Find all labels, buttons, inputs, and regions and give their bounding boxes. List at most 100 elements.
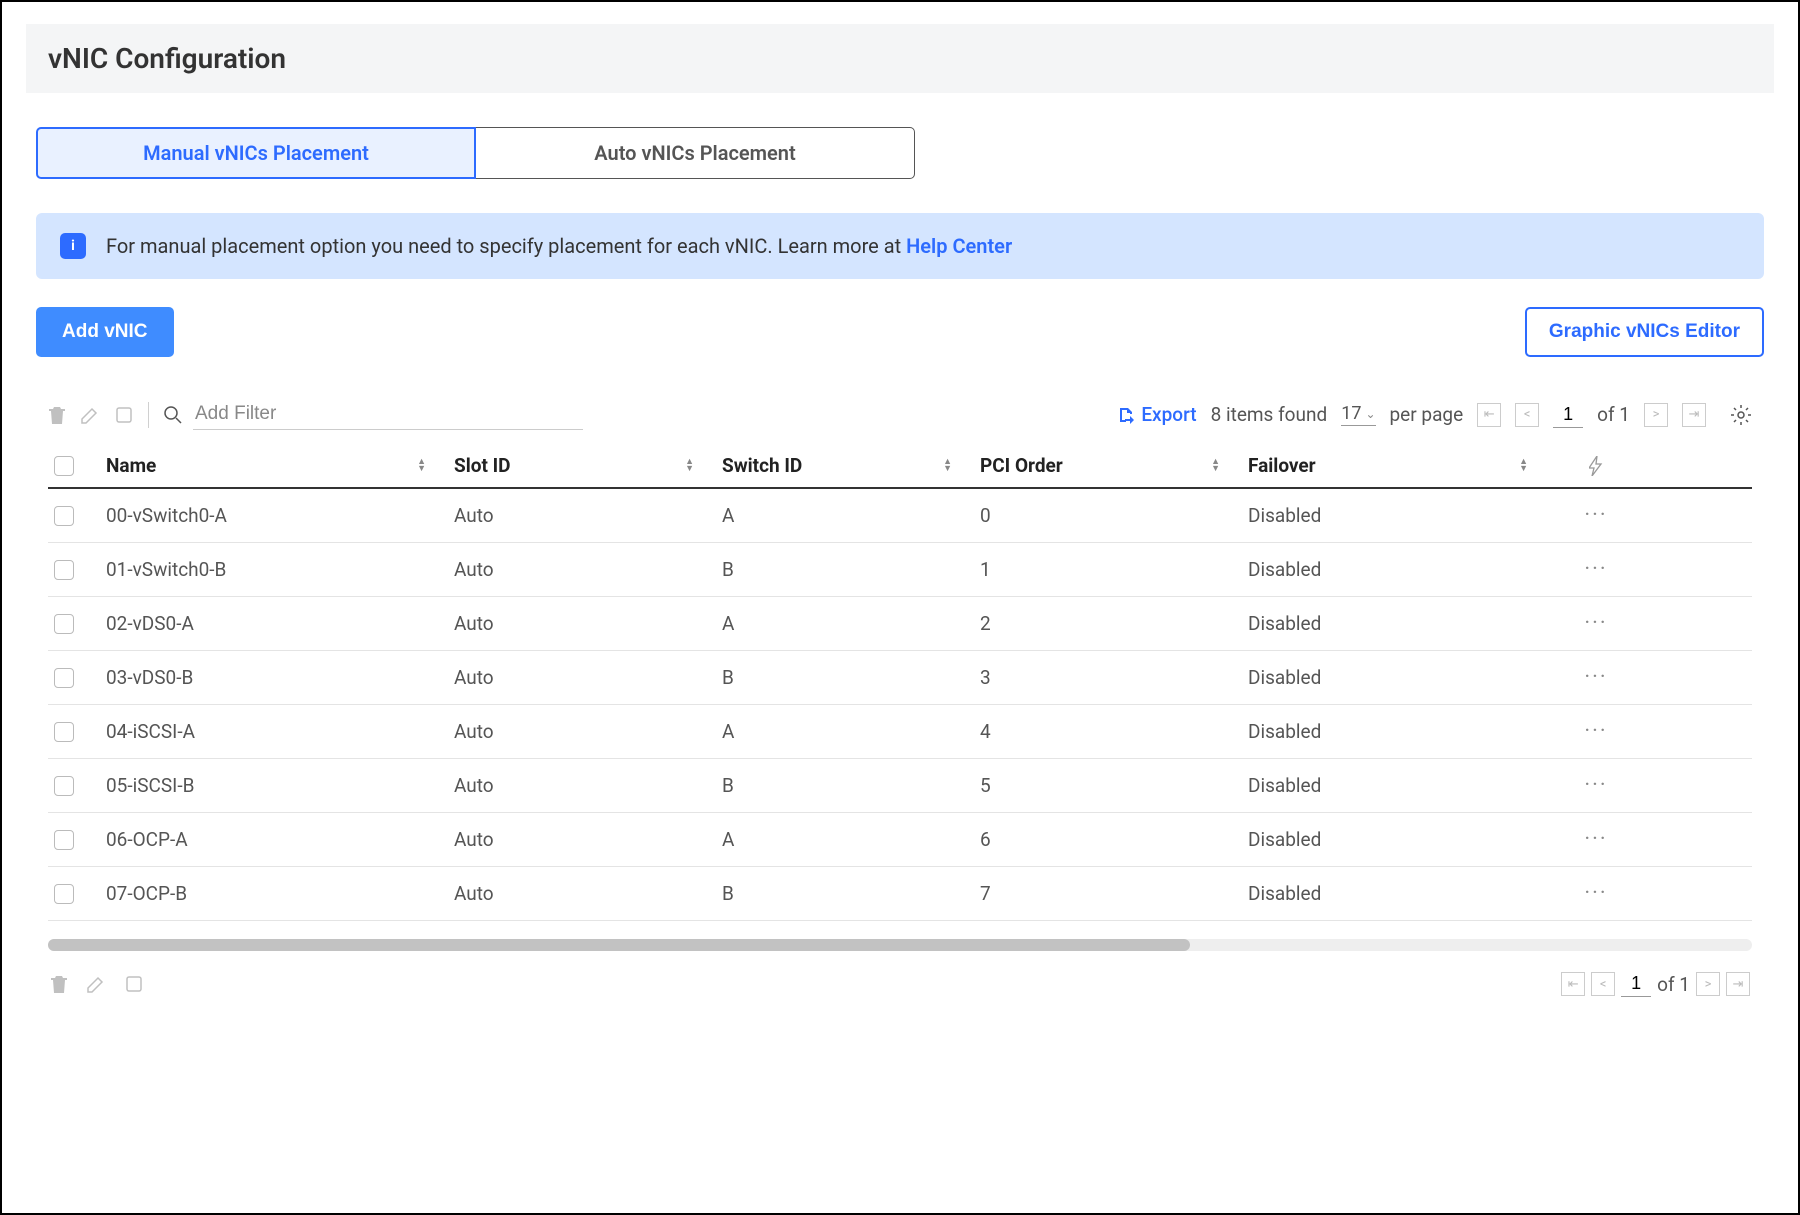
cell-switch-id: A <box>722 720 972 743</box>
cell-slot-id: Auto <box>454 504 714 527</box>
tab-manual-placement[interactable]: Manual vNICs Placement <box>36 127 476 179</box>
edit-icon[interactable] <box>80 405 100 425</box>
cell-switch-id: A <box>722 612 972 635</box>
cell-name: 03-vDS0-B <box>106 666 446 689</box>
delete-icon[interactable] <box>48 405 66 425</box>
info-text: For manual placement option you need to … <box>106 234 1012 258</box>
cell-name: 00-vSwitch0-A <box>106 504 446 527</box>
row-actions-menu[interactable]: ··· <box>1556 719 1636 744</box>
row-checkbox[interactable] <box>54 614 74 634</box>
page-last-button[interactable]: ⇥ <box>1726 972 1750 996</box>
page-last-button[interactable]: ⇥ <box>1682 403 1706 427</box>
cell-switch-id: B <box>722 882 972 905</box>
tab-auto-placement[interactable]: Auto vNICs Placement <box>475 127 915 179</box>
sort-icon: ▲▼ <box>943 459 952 473</box>
row-checkbox[interactable] <box>54 668 74 688</box>
per-page-label: per page <box>1390 403 1464 426</box>
delete-icon[interactable] <box>50 974 68 994</box>
scrollbar-thumb[interactable] <box>48 939 1190 951</box>
sort-icon: ▲▼ <box>1519 459 1528 473</box>
table-row: 01-vSwitch0-BAutoB1Disabled··· <box>48 543 1752 597</box>
per-page-select[interactable]: 17 ⌄ <box>1341 403 1375 426</box>
table-row: 06-OCP-A Auto A6 Disabled ··· <box>48 813 1752 867</box>
vnic-table: Name▲▼ Slot ID▲▼ Switch ID▲▼ PCI Order▲▼… <box>36 444 1764 921</box>
search-icon[interactable] <box>163 405 183 425</box>
row-checkbox[interactable] <box>54 506 74 526</box>
cell-pci-order: 4 <box>980 720 1240 743</box>
toolbar-divider <box>148 402 149 428</box>
row-checkbox[interactable] <box>54 830 74 850</box>
page-first-button[interactable]: ⇤ <box>1477 403 1501 427</box>
page-current-input[interactable] <box>1553 402 1583 428</box>
cell-name: 07-OCP-B <box>106 882 446 905</box>
sort-icon: ▲▼ <box>685 459 694 473</box>
table-row: 04-iSCSI-AAutoA4Disabled··· <box>48 705 1752 759</box>
row-actions-menu[interactable]: ··· <box>1556 557 1636 582</box>
clone-icon[interactable] <box>124 974 144 994</box>
graphic-vnics-editor-button[interactable]: Graphic vNICs Editor <box>1525 307 1764 357</box>
table-row: 07-OCP-BAutoB7Disabled··· <box>48 867 1752 921</box>
col-slot-id[interactable]: Slot ID▲▼ <box>454 454 714 477</box>
cell-failover: Disabled <box>1248 828 1548 851</box>
page-prev-button[interactable]: < <box>1515 403 1539 427</box>
cell-name: 02-vDS0-A <box>106 612 446 635</box>
cell-failover: Disabled <box>1248 504 1548 527</box>
col-pci-order[interactable]: PCI Order▲▼ <box>980 454 1240 477</box>
export-icon <box>1117 406 1135 424</box>
page-next-button[interactable]: > <box>1696 972 1720 996</box>
table-row: 05-iSCSI-BAutoB5Disabled··· <box>48 759 1752 813</box>
table-header-row: Name▲▼ Slot ID▲▼ Switch ID▲▼ PCI Order▲▼… <box>48 444 1752 489</box>
sort-icon: ▲▼ <box>1211 459 1220 473</box>
page-current-input[interactable] <box>1621 971 1651 997</box>
row-checkbox[interactable] <box>54 776 74 796</box>
row-actions-menu[interactable]: ··· <box>1556 881 1636 906</box>
edit-icon[interactable] <box>86 974 106 994</box>
clone-icon[interactable] <box>114 405 134 425</box>
cell-slot-id: Auto <box>454 828 714 851</box>
col-name[interactable]: Name▲▼ <box>106 454 446 477</box>
action-row: Add vNIC Graphic vNICs Editor <box>36 307 1764 357</box>
horizontal-scrollbar[interactable] <box>48 939 1752 951</box>
cell-failover: Disabled <box>1248 774 1548 797</box>
lightning-icon[interactable] <box>1589 456 1603 476</box>
cell-pci-order: 6 <box>980 828 1240 851</box>
row-checkbox[interactable] <box>54 884 74 904</box>
gear-icon[interactable] <box>1730 404 1752 426</box>
cell-failover: Disabled <box>1248 558 1548 581</box>
cell-pci-order: 2 <box>980 612 1240 635</box>
row-actions-menu[interactable]: ··· <box>1556 827 1636 852</box>
cell-failover: Disabled <box>1248 720 1548 743</box>
row-actions-menu[interactable]: ··· <box>1556 611 1636 636</box>
cell-pci-order: 0 <box>980 504 1240 527</box>
col-failover[interactable]: Failover▲▼ <box>1248 454 1548 477</box>
tab-label: Manual vNICs Placement <box>143 141 369 165</box>
filter-input[interactable] <box>193 399 583 430</box>
row-checkbox[interactable] <box>54 560 74 580</box>
page-first-button[interactable]: ⇤ <box>1561 972 1585 996</box>
export-link[interactable]: Export <box>1117 403 1196 426</box>
add-vnic-button[interactable]: Add vNIC <box>36 307 174 357</box>
cell-slot-id: Auto <box>454 774 714 797</box>
tab-row: Manual vNICs Placement Auto vNICs Placem… <box>36 127 1764 179</box>
cell-name: 06-OCP-A <box>106 828 446 851</box>
table-footer: ⇤ < of 1 > ⇥ <box>36 965 1764 997</box>
cell-slot-id: Auto <box>454 882 714 905</box>
page-next-button[interactable]: > <box>1644 403 1668 427</box>
table-row: 03-vDS0-BAutoB3Disabled··· <box>48 651 1752 705</box>
row-actions-menu[interactable]: ··· <box>1556 503 1636 528</box>
cell-pci-order: 5 <box>980 774 1240 797</box>
page-of-text: of 1 <box>1657 973 1690 996</box>
row-actions-menu[interactable]: ··· <box>1556 665 1636 690</box>
cell-failover: Disabled <box>1248 612 1548 635</box>
page-prev-button[interactable]: < <box>1591 972 1615 996</box>
row-checkbox[interactable] <box>54 722 74 742</box>
col-switch-id[interactable]: Switch ID▲▼ <box>722 454 972 477</box>
help-center-link[interactable]: Help Center <box>906 234 1012 258</box>
table-row: 00-vSwitch0-AAutoA0Disabled··· <box>48 489 1752 543</box>
chevron-down-icon: ⌄ <box>1365 407 1375 421</box>
cell-switch-id: A <box>722 828 972 851</box>
select-all-checkbox[interactable] <box>54 456 74 476</box>
cell-slot-id: Auto <box>454 558 714 581</box>
row-actions-menu[interactable]: ··· <box>1556 773 1636 798</box>
cell-name: 01-vSwitch0-B <box>106 558 446 581</box>
